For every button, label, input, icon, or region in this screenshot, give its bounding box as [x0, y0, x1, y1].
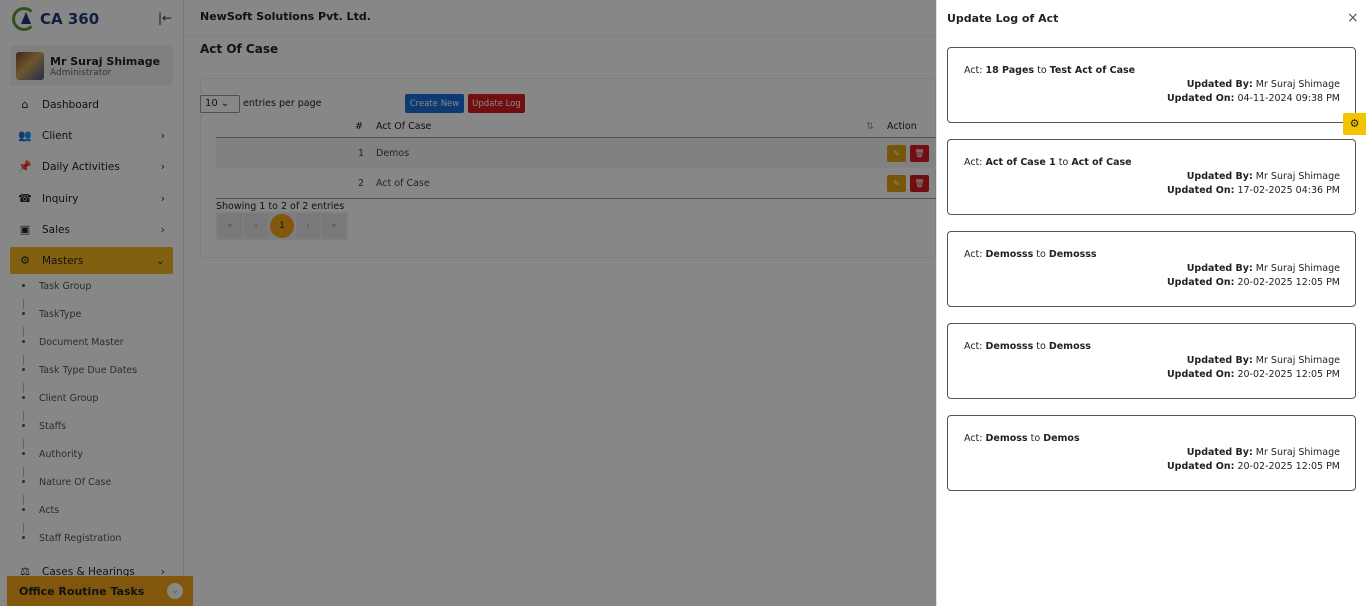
updated-by-label: Updated By:: [1186, 263, 1253, 274]
act-label: Act:: [964, 433, 983, 444]
act-label: Act:: [964, 249, 983, 260]
updated-on-label: Updated On:: [1166, 185, 1235, 196]
log-entry: Act: Act of Case 1 to Act of Case Update…: [947, 139, 1356, 215]
close-icon[interactable]: ×: [1347, 10, 1359, 26]
act-label: Act:: [964, 157, 983, 168]
updated-on-label: Updated On:: [1166, 277, 1235, 288]
log-by: Mr Suraj Shimage: [1255, 447, 1340, 458]
log-entry: Act: 18 Pages to Test Act of Case Update…: [947, 47, 1356, 123]
panel-title: Update Log of Act: [947, 12, 1059, 25]
log-from: Act of Case 1: [985, 157, 1056, 168]
log-from: 18 Pages: [985, 65, 1035, 76]
act-label: Act:: [964, 65, 983, 76]
log-by: Mr Suraj Shimage: [1255, 79, 1340, 90]
log-to: Demosss: [1048, 249, 1097, 260]
updated-by-label: Updated By:: [1186, 79, 1253, 90]
updated-by-label: Updated By:: [1186, 355, 1253, 366]
log-on: 20-02-2025 12:05 PM: [1237, 461, 1340, 472]
log-on: 04-11-2024 09:38 PM: [1237, 93, 1340, 104]
settings-gear-icon[interactable]: ⚙: [1343, 113, 1366, 135]
updated-by-label: Updated By:: [1186, 447, 1253, 458]
log-entry: Act: Demosss to Demosss Updated By: Mr S…: [947, 231, 1356, 307]
to-label: to: [1030, 433, 1041, 444]
log-on: 17-02-2025 04:36 PM: [1237, 185, 1340, 196]
to-label: to: [1036, 341, 1046, 352]
updated-on-label: Updated On:: [1166, 93, 1235, 104]
log-entry: Act: Demoss to Demos Updated By: Mr Sura…: [947, 415, 1356, 491]
log-to: Test Act of Case: [1049, 65, 1136, 76]
updated-on-label: Updated On:: [1166, 369, 1235, 380]
log-from: Demosss: [985, 249, 1034, 260]
log-on: 20-02-2025 12:05 PM: [1237, 277, 1340, 288]
to-label: to: [1058, 157, 1069, 168]
updated-by-label: Updated By:: [1186, 171, 1253, 182]
act-label: Act:: [964, 341, 983, 352]
log-from: Demoss: [985, 433, 1028, 444]
modal-backdrop[interactable]: [0, 0, 936, 606]
log-entry: Act: Demosss to Demoss Updated By: Mr Su…: [947, 323, 1356, 399]
log-by: Mr Suraj Shimage: [1255, 263, 1340, 274]
log-to: Act of Case: [1071, 157, 1132, 168]
to-label: to: [1036, 249, 1046, 260]
log-from: Demosss: [985, 341, 1034, 352]
update-log-panel: Update Log of Act × Act: 18 Pages to Tes…: [936, 0, 1366, 606]
updated-on-label: Updated On:: [1166, 461, 1235, 472]
log-to: Demos: [1043, 433, 1080, 444]
log-on: 20-02-2025 12:05 PM: [1237, 369, 1340, 380]
log-by: Mr Suraj Shimage: [1255, 355, 1340, 366]
log-by: Mr Suraj Shimage: [1255, 171, 1340, 182]
to-label: to: [1037, 65, 1047, 76]
log-to: Demoss: [1048, 341, 1091, 352]
